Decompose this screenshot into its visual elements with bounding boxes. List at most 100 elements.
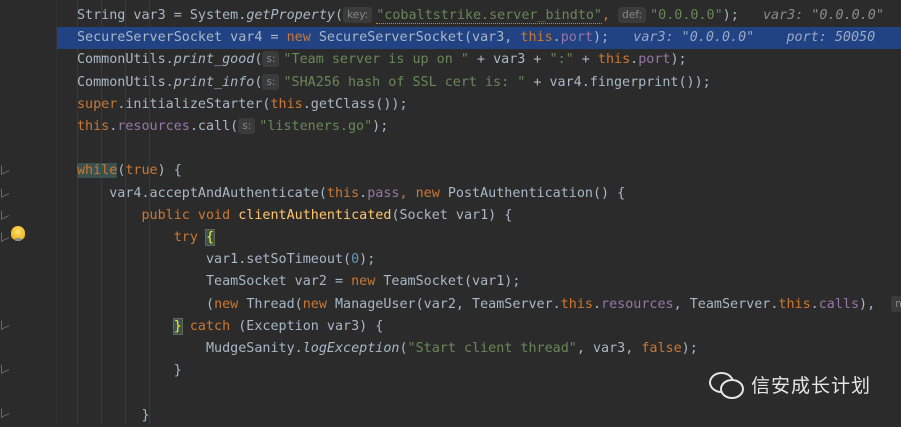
code-line-content: TeamSocket var2 = new TeamSocket(var1); [77,271,520,293]
code-line[interactable]: CommonUtils.print_good(s: "Team server is… [57,49,901,71]
code-line[interactable]: while(true) { [57,160,901,182]
code-token: ( [254,74,263,90]
code-token: 0 [351,252,360,268]
code-line-content: } catch (Exception var3) { [77,316,383,338]
parameter-hint: s: [262,73,280,90]
code-line[interactable]: CommonUtils.print_info(s: "SHA256 hash of… [57,72,901,94]
code-token: , var3, [576,341,642,356]
parameter-hint: name: [891,295,901,312]
code-token: ( [77,296,215,312]
code-token: ); [592,30,610,46]
code-token: .getClass()); [302,96,408,112]
code-token: this [326,185,360,201]
code-line-content: super.initializeStarter(this.getClass())… [77,94,408,116]
code-token: print_good [173,52,255,68]
code-token: . [810,296,819,312]
code-token: new [302,296,335,312]
code-token: } [77,407,150,423]
code-line[interactable]: var4.acceptAndAuthenticate(this.pass, ne… [57,183,901,205]
code-line[interactable]: TeamSocket var2 = new TeamSocket(var1); [57,271,901,293]
code-token: TeamSocket var2 = [77,274,352,290]
code-token: , [601,8,619,23]
fold-marker-icon[interactable] [1,229,9,242]
code-line-content: CommonUtils.print_good(s: "Team server is… [77,49,687,71]
code-token: "Team server is up on " [283,52,469,68]
code-token: { [204,229,216,246]
code-token: getProperty [246,8,335,23]
code-line-content: try { [77,227,216,249]
fold-marker-icon[interactable] [1,317,9,330]
code-token: ); [372,119,389,134]
code-token: SecureServerSocket(var3, [318,30,521,46]
code-line[interactable]: var1.setSoTimeout(0); [57,249,901,271]
code-line[interactable]: } [57,405,901,427]
code-token: resources [117,119,190,134]
code-token: . [592,296,602,312]
parameter-hint: key: [343,7,373,23]
code-token: this [560,296,593,312]
wechat-icon [708,370,744,399]
code-line[interactable]: super.initializeStarter(this.getClass())… [57,94,901,116]
code-token: var1.setSoTimeout( [77,252,352,268]
fold-marker-icon[interactable] [1,207,9,220]
watermark: 信安成长计划 [708,369,871,399]
code-token: + [573,52,598,68]
code-line[interactable] [57,138,901,160]
code-token: ( [399,341,408,356]
fold-marker-icon[interactable] [1,185,9,198]
code-token: (Socket var1) { [391,207,513,223]
code-line-content: MudgeSanity.logException("Start client t… [77,338,698,360]
code-token: + var4.fingerprint()); [525,74,711,90]
code-token: String var3 = System. [77,8,247,23]
code-line[interactable]: try { [57,227,901,249]
code-token: logException [302,341,400,356]
code-token: new [286,30,319,46]
editor-gutter [0,0,56,424]
code-line[interactable]: String var3 = System.getProperty(key: "co… [57,5,901,27]
code-line-content: while(true) { [77,160,182,182]
code-line-content: CommonUtils.print_info(s: "SHA256 hash of… [77,72,711,94]
code-token: } [77,363,182,379]
code-line[interactable]: } catch (Exception var3) { [57,316,901,338]
fold-marker-icon[interactable] [1,405,9,418]
code-token: CommonUtils. [77,52,174,68]
code-line-content: String var3 = System.getProperty(key: "co… [77,5,884,27]
fold-marker-icon[interactable] [1,162,9,175]
code-line[interactable]: (new Thread(new ManageUser(var2, TeamSer… [57,294,901,316]
parameter-hint: def: [618,7,647,23]
code-token: CommonUtils. [77,74,174,90]
code-token: new [415,185,448,201]
code-token: , [399,185,416,201]
fold-marker-icon[interactable] [1,361,9,374]
code-token: new [351,274,384,290]
intention-bulb-icon[interactable] [11,226,25,241]
code-token: "cobaltstrike.server_bindto" [376,8,602,24]
code-token: this [520,30,553,46]
code-token: clientAuthenticated [238,207,392,223]
code-token: "0.0.0.0" [650,8,723,23]
code-line[interactable]: public void clientAuthenticated(Socket v… [57,205,901,227]
code-token: public void [141,207,239,223]
code-token: ":" [549,52,574,68]
inline-debug-value: var3: "0.0.0.0" [738,8,884,23]
code-line[interactable]: this.resources.call(s: "listeners.go"); [57,116,901,138]
code-token: resources [601,296,674,312]
inline-debug-value: var3: "0.0.0.0" port: 50050 [609,30,876,46]
code-token: PostAuthentication() { [447,185,626,201]
code-token: print_info [173,74,255,90]
code-token: ); [722,8,739,23]
code-token: "listeners.go" [259,119,373,134]
code-token: .call( [189,119,239,134]
code-line[interactable]: SecureServerSocket var4 = new SecureServ… [57,27,901,50]
code-token: port [638,52,671,68]
code-token: var4.acceptAndAuthenticate( [77,185,327,201]
code-token: pass [367,185,400,201]
code-editor[interactable]: String var3 = System.getProperty ( key: "co… [57,0,901,424]
code-line-content: var4.acceptAndAuthenticate(this.pass, ne… [77,183,625,205]
code-token: this [270,96,303,112]
code-token: true [125,163,158,179]
code-line[interactable]: MudgeSanity.logException("Start client t… [57,338,901,360]
